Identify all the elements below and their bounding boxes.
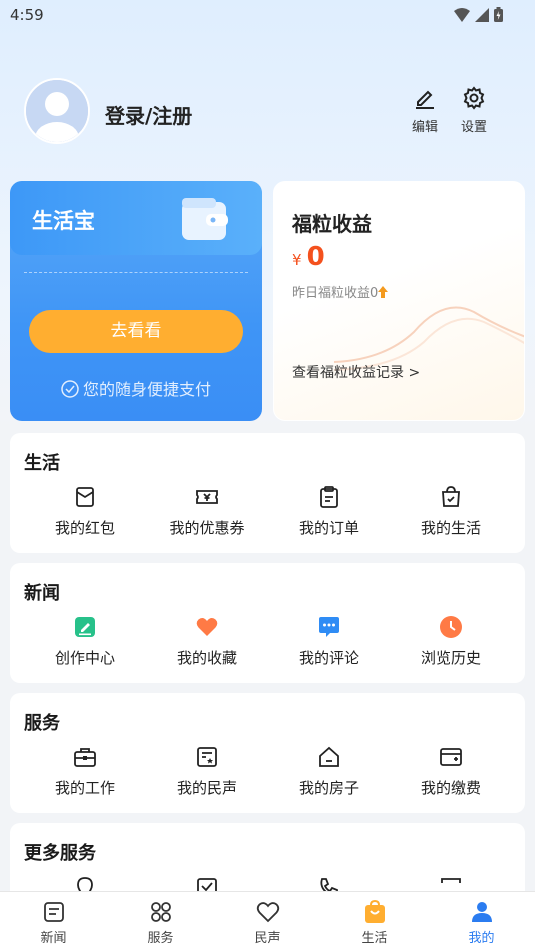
section-title: 更多服务 xyxy=(24,843,96,864)
item-label: 我的缴费 xyxy=(420,779,481,797)
life-wallet-subtitle-text: 您的随身便捷支付 xyxy=(82,380,211,399)
section-services: 服务 我的工作 我的民声 我的房子 我的缴费 xyxy=(10,693,525,813)
settings-button[interactable]: 设置 xyxy=(454,86,494,135)
status-icons xyxy=(454,7,503,22)
my-favorites[interactable]: 我的收藏 xyxy=(146,615,268,668)
battery-icon xyxy=(494,7,503,22)
wave-decoration xyxy=(334,306,524,371)
gear-icon xyxy=(463,86,485,110)
tab-label: 新闻 xyxy=(40,931,67,946)
divider xyxy=(24,272,248,273)
item-label: 创作中心 xyxy=(54,649,115,667)
shopping-bag-icon xyxy=(364,900,385,923)
tab-mine[interactable]: 我的 xyxy=(428,892,535,951)
my-voice[interactable]: 我的民声 xyxy=(146,745,268,798)
tab-life[interactable]: 生活 xyxy=(321,892,428,951)
fuli-earnings-amount: ¥ 0 xyxy=(292,242,325,272)
my-red-packet[interactable]: 我的红包 xyxy=(24,485,146,538)
payment-icon xyxy=(440,748,462,766)
item-label: 我的优惠券 xyxy=(169,519,245,537)
person-icon xyxy=(471,902,492,922)
item-label: 我的房子 xyxy=(298,779,359,797)
section-title: 生活 xyxy=(24,453,60,474)
tab-service[interactable]: 服务 xyxy=(107,892,214,951)
tab-voice[interactable]: 民声 xyxy=(214,892,321,951)
wifi-icon xyxy=(454,7,470,22)
signal-icon xyxy=(475,7,489,22)
section-title: 服务 xyxy=(24,713,60,734)
order-icon xyxy=(320,486,338,508)
edit-label: 编辑 xyxy=(411,120,438,135)
briefcase-icon xyxy=(74,748,96,767)
wallet-icon xyxy=(182,198,228,240)
settings-label: 设置 xyxy=(460,120,487,135)
currency-symbol: ¥ xyxy=(292,251,302,269)
item-label: 我的红包 xyxy=(54,519,115,537)
coupon-icon xyxy=(196,490,218,504)
tab-label: 我的 xyxy=(468,931,495,946)
creation-icon xyxy=(75,617,95,637)
item-label: 我的工作 xyxy=(54,779,115,797)
life-wallet-title: 生活宝 xyxy=(32,209,95,233)
my-coupons[interactable]: 我的优惠券 xyxy=(146,485,268,538)
profile-header: 登录/注册 编辑 设置 xyxy=(24,78,512,148)
tab-label: 服务 xyxy=(147,931,174,946)
item-label: 我的收藏 xyxy=(176,649,237,667)
section-title: 新闻 xyxy=(24,583,60,604)
go-see-button[interactable]: 去看看 xyxy=(29,310,243,353)
check-circle-icon xyxy=(61,380,79,398)
clock-icon xyxy=(440,616,462,638)
section-news: 新闻 创作中心 我的收藏 我的评论 浏览历史 xyxy=(10,563,525,683)
item-label: 我的评论 xyxy=(298,649,359,667)
my-comments[interactable]: 我的评论 xyxy=(268,615,390,668)
status-time: 4:59 xyxy=(10,6,44,24)
default-avatar-icon xyxy=(26,80,88,142)
tab-news[interactable]: 新闻 xyxy=(0,892,107,951)
service-icon xyxy=(150,902,171,922)
item-label: 我的民声 xyxy=(176,779,237,797)
edit-button[interactable]: 编辑 xyxy=(405,86,445,135)
status-bar: 4:59 xyxy=(0,0,535,30)
life-wallet-subtitle: 您的随身便捷支付 xyxy=(10,376,262,400)
bottom-tab-bar: 新闻 服务 民声 生活 我的 xyxy=(0,891,535,951)
voice-icon xyxy=(197,747,217,767)
earnings-record-link[interactable]: 查看福粒收益记录 > xyxy=(292,362,420,382)
arrow-up-icon xyxy=(378,286,389,298)
my-payments[interactable]: 我的缴费 xyxy=(390,745,512,798)
item-label: 我的生活 xyxy=(420,519,481,537)
edit-icon xyxy=(416,90,434,109)
my-orders[interactable]: 我的订单 xyxy=(268,485,390,538)
amount-value: 0 xyxy=(306,242,325,272)
login-register-link[interactable]: 登录/注册 xyxy=(105,100,192,129)
browse-history[interactable]: 浏览历史 xyxy=(390,615,512,668)
life-wallet-card[interactable]: 生活宝 去看看 您的随身便捷支付 xyxy=(10,181,262,421)
red-packet-icon xyxy=(76,487,94,507)
fuli-earnings-card[interactable]: 福粒收益 ¥ 0 昨日福粒收益0 查看福粒收益记录 > xyxy=(273,181,525,421)
creation-center[interactable]: 创作中心 xyxy=(24,615,146,668)
heart-outline-icon xyxy=(256,902,279,923)
fuli-earnings-title: 福粒收益 xyxy=(292,212,372,236)
shopping-bag-icon xyxy=(442,486,460,507)
yesterday-earnings-text: 昨日福粒收益0 xyxy=(292,286,379,301)
yesterday-earnings: 昨日福粒收益0 xyxy=(292,282,389,301)
comment-icon xyxy=(319,617,339,637)
my-work[interactable]: 我的工作 xyxy=(24,745,146,798)
my-house[interactable]: 我的房子 xyxy=(268,745,390,798)
item-label: 我的订单 xyxy=(298,519,359,537)
house-icon xyxy=(319,746,339,767)
section-life: 生活 我的红包 我的优惠券 我的订单 我的生活 xyxy=(10,433,525,553)
tab-label: 民声 xyxy=(254,931,281,946)
item-label: 浏览历史 xyxy=(420,649,481,667)
news-icon xyxy=(43,902,64,922)
my-life[interactable]: 我的生活 xyxy=(390,485,512,538)
heart-icon xyxy=(196,618,218,636)
tab-label: 生活 xyxy=(361,931,388,946)
avatar[interactable] xyxy=(24,78,90,144)
